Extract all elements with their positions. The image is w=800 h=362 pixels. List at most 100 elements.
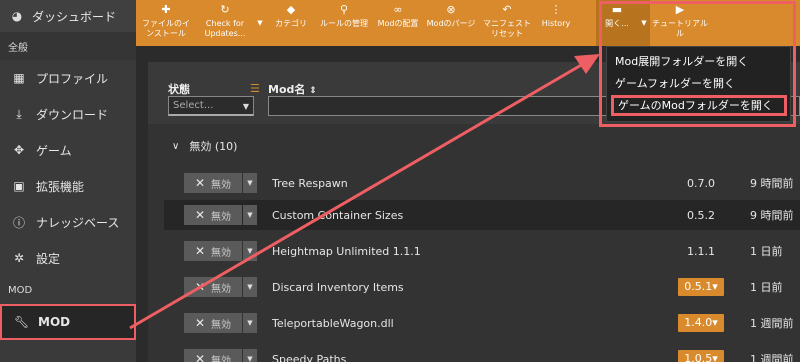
enable-toggle-button[interactable]: ✕ 無効: [184, 205, 242, 225]
mod-install-time: 1 日前: [750, 245, 783, 258]
status-filter-select[interactable]: Select... ▼: [168, 96, 254, 116]
download-icon: ⤓: [16, 106, 22, 121]
sidebar: ◕ ダッシュボード 全般 ▦ プロファイル ⤓ ダウンロード ✥ ゲーム ▣ 拡…: [0, 0, 136, 362]
mod-version-dropdown[interactable]: 1.4.0▾: [678, 314, 724, 332]
sidebar-section-general: 全般: [0, 32, 136, 60]
mod-name-column-label[interactable]: Mod名 ⇕: [268, 81, 317, 97]
status-filter-placeholder: Select...: [173, 100, 214, 111]
manifest-reset-button[interactable]: ↶ マニフェスト リセット: [478, 0, 536, 46]
sidebar-item-game[interactable]: ✥ ゲーム: [0, 132, 136, 168]
sidebar-item-settings[interactable]: ✲ 設定: [0, 240, 136, 276]
purge-mods-button[interactable]: ⊗ Modのパージ: [424, 0, 478, 46]
close-icon: ✕: [194, 352, 206, 362]
mod-name: Tree Respawn: [272, 176, 348, 190]
history-icon: ⋮: [550, 3, 562, 16]
toggle-label: 無効: [211, 179, 232, 191]
enable-toggle-button[interactable]: ✕ 無効: [184, 349, 242, 362]
manage-rules-label: ルールの管理: [320, 19, 368, 28]
sidebar-item-label: プロファイル: [36, 71, 109, 86]
check-updates-button[interactable]: ↻ Check for Updates...: [196, 0, 254, 46]
table-row[interactable]: ✕ 無効 ▼ TeleportableWagon.dll 1.4.0▾ 1 週間…: [164, 308, 800, 338]
table-row[interactable]: ✕ 無効 ▼ Speedy Paths 1.0.5▾ 1 週間前: [164, 344, 800, 362]
category-label: カテゴリ: [275, 19, 307, 28]
mod-install-time: 1 週間前: [750, 317, 794, 330]
mod-install-time: 9 時間前: [750, 209, 794, 222]
profile-icon: ▦: [13, 71, 25, 85]
toggle-dropdown[interactable]: ▼: [243, 173, 257, 193]
toggle-dropdown[interactable]: ▼: [243, 313, 257, 333]
gamepad-icon: ✥: [13, 143, 25, 157]
deploy-mods-button[interactable]: ∞ Modの配置: [372, 0, 424, 46]
mod-install-time: 1 日前: [750, 281, 783, 294]
mod-name: Discard Inventory Items: [272, 280, 404, 294]
sidebar-item-label: ダッシュボード: [32, 9, 117, 24]
hierarchy-icon: ⚲: [339, 3, 349, 16]
table-row[interactable]: ✕ 無効 ▼ Custom Container Sizes 0.5.2 9 時間…: [164, 200, 800, 230]
tag-icon: ◆: [286, 3, 296, 16]
toggle-label: 無効: [211, 283, 232, 295]
mod-install-time: 1 週間前: [750, 353, 794, 362]
sidebar-item-mod[interactable]: 🔧︎ MOD: [0, 304, 136, 340]
table-row[interactable]: ✕ 無効 ▼ Tree Respawn 0.7.0 9 時間前: [164, 168, 800, 198]
toggle-dropdown[interactable]: ▼: [243, 241, 257, 261]
close-icon: ✕: [194, 176, 206, 190]
enable-toggle-button[interactable]: ✕ 無効: [184, 173, 242, 193]
sidebar-item-label: ダウンロード: [36, 107, 109, 122]
mod-version: 1.1.1: [687, 244, 715, 258]
close-icon: ✕: [194, 208, 206, 222]
mod-name: Heightmap Unlimited 1.1.1: [272, 244, 421, 258]
toggle-label: 無効: [211, 211, 232, 223]
mod-name: Speedy Paths: [272, 352, 347, 362]
enable-toggle-button[interactable]: ✕ 無効: [184, 313, 242, 333]
toggle-dropdown[interactable]: ▼: [243, 277, 257, 297]
check-updates-label: Check for Updates...: [204, 19, 246, 38]
toggle-label: 無効: [211, 319, 232, 331]
mod-version-dropdown[interactable]: 0.5.1▾: [678, 278, 724, 296]
sidebar-item-profile[interactable]: ▦ プロファイル: [0, 60, 136, 96]
undo-icon: ↶: [502, 3, 512, 16]
gear-icon: ✲: [13, 251, 25, 265]
sidebar-item-download[interactable]: ⤓ ダウンロード: [0, 96, 136, 132]
mod-version-dropdown[interactable]: 1.0.5▾: [678, 350, 724, 362]
wrench-icon: 🔧︎: [14, 315, 30, 329]
close-icon: ✕: [194, 316, 206, 330]
sort-icon: ⇕: [309, 86, 317, 96]
close-icon: ✕: [194, 244, 206, 258]
sidebar-section-mod: MOD: [0, 276, 136, 304]
enable-toggle-button[interactable]: ✕ 無効: [184, 277, 242, 297]
sidebar-item-extensions[interactable]: ▣ 拡張機能: [0, 168, 136, 204]
table-row[interactable]: ✕ 無効 ▼ Heightmap Unlimited 1.1.1 1.1.1 1…: [164, 236, 800, 266]
group-label: 無効 (10): [189, 140, 238, 153]
manifest-reset-label: マニフェスト リセット: [483, 19, 531, 38]
check-updates-dropdown[interactable]: ▼: [254, 0, 266, 46]
sidebar-item-label: 設定: [36, 251, 61, 266]
close-icon: ✕: [194, 280, 206, 294]
toggle-dropdown[interactable]: ▼: [243, 349, 257, 362]
info-icon: ⓘ: [12, 215, 25, 230]
mod-name-label-text: Mod名: [268, 83, 306, 96]
sidebar-item-label: MOD: [38, 315, 71, 329]
plus-icon: ✚: [161, 3, 171, 16]
manage-rules-button[interactable]: ⚲ ルールの管理: [316, 0, 372, 46]
enable-toggle-button[interactable]: ✕ 無効: [184, 241, 242, 261]
dashboard-icon: ◕: [11, 9, 23, 23]
mod-version: 0.7.0: [687, 176, 715, 190]
group-header-disabled[interactable]: ∨ 無効 (10): [164, 134, 800, 158]
deploy-mods-label: Modの配置: [377, 19, 419, 28]
chevron-down-icon: ∨: [172, 140, 180, 152]
table-row[interactable]: ✕ 無効 ▼ Discard Inventory Items 0.5.1▾ 1 …: [164, 272, 800, 302]
refresh-icon: ↻: [220, 3, 230, 16]
mod-name: TeleportableWagon.dll: [272, 316, 394, 330]
sidebar-item-dashboard[interactable]: ◕ ダッシュボード: [0, 0, 136, 32]
sidebar-item-label: 拡張機能: [36, 179, 85, 194]
category-button[interactable]: ◆ カテゴリ: [266, 0, 316, 46]
mod-name: Custom Container Sizes: [272, 208, 404, 222]
history-button[interactable]: ⋮ History: [536, 0, 576, 46]
mod-install-time: 9 時間前: [750, 177, 794, 190]
unlink-icon: ⊗: [446, 3, 456, 16]
chevron-down-icon: ▼: [242, 102, 249, 111]
install-file-button[interactable]: ✚ ファイルのイ ンストール: [136, 0, 196, 46]
sidebar-item-knowledge-base[interactable]: ⓘ ナレッジベース: [0, 204, 136, 240]
toggle-dropdown[interactable]: ▼: [243, 205, 257, 225]
